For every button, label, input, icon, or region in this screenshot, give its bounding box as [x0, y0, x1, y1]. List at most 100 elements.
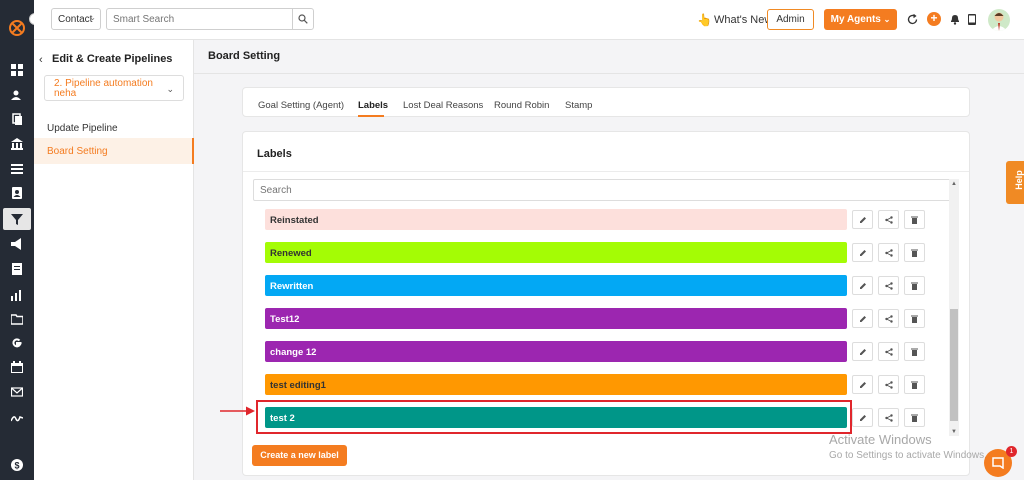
create-label-button[interactable]: Create a new label	[252, 445, 347, 466]
scroll-down-icon[interactable]: ▼	[951, 429, 957, 435]
delete-label-button[interactable]	[904, 243, 925, 262]
calendar-icon[interactable]	[9, 359, 25, 375]
refresh-icon[interactable]	[905, 12, 919, 26]
pencil-icon	[859, 216, 867, 224]
share-label-button[interactable]	[878, 243, 899, 262]
user-avatar[interactable]	[988, 9, 1010, 31]
tab-lost-deal-reasons[interactable]: Lost Deal Reasons	[403, 100, 483, 111]
tab-labels[interactable]: Labels	[358, 100, 388, 111]
edit-label-button[interactable]	[852, 375, 873, 394]
edit-label-button[interactable]	[852, 309, 873, 328]
share-label-button[interactable]	[878, 276, 899, 295]
delete-label-button[interactable]	[904, 276, 925, 295]
google-icon[interactable]	[9, 335, 25, 351]
edit-label-button[interactable]	[852, 342, 873, 361]
add-icon[interactable]: +	[927, 12, 941, 26]
settings-tabs: Goal Setting (Agent) Labels Lost Deal Re…	[242, 87, 970, 117]
label-name: Test12	[270, 314, 300, 325]
smart-search-input[interactable]	[106, 8, 293, 30]
chevron-down-icon: ⌄	[883, 15, 891, 24]
my-agents-label: My Agents	[830, 14, 881, 25]
scrollbar-thumb[interactable]	[950, 309, 958, 421]
contacts-icon[interactable]	[9, 87, 25, 103]
share-label-button[interactable]	[878, 342, 899, 361]
page-title: Board Setting	[208, 50, 281, 62]
contact-card-icon[interactable]	[9, 185, 25, 201]
share-label-button[interactable]	[878, 408, 899, 427]
admin-button[interactable]: Admin	[767, 9, 814, 30]
pipeline-select-value: 2. Pipeline automation neha	[54, 78, 153, 99]
pencil-icon	[859, 315, 867, 323]
sidebar-item-board-setting[interactable]: Board Setting	[34, 138, 194, 164]
pencil-icon	[859, 249, 867, 257]
folder-icon[interactable]	[9, 311, 25, 327]
signature-icon[interactable]	[9, 410, 25, 426]
documents-icon[interactable]	[9, 111, 25, 127]
label-row[interactable]: Rewritten	[265, 275, 847, 296]
list-icon[interactable]	[9, 161, 25, 177]
context-select[interactable]: Contact ⌄	[51, 8, 101, 30]
context-select-value: Contact	[58, 14, 93, 25]
edit-label-button[interactable]	[852, 210, 873, 229]
delete-label-button[interactable]	[904, 375, 925, 394]
label-row[interactable]: change 12	[265, 341, 847, 362]
my-agents-button[interactable]: My Agents ⌄	[824, 9, 897, 30]
svg-text:$: $	[14, 461, 19, 471]
share-label-button[interactable]	[878, 375, 899, 394]
tab-round-robin[interactable]: Round Robin	[494, 100, 549, 111]
help-tab[interactable]: Help	[1006, 161, 1024, 204]
delete-label-button[interactable]	[904, 342, 925, 361]
label-row[interactable]: test editing1	[265, 374, 847, 395]
trash-icon	[911, 348, 918, 356]
arrow-annotation-icon	[220, 406, 255, 416]
pencil-icon	[859, 348, 867, 356]
top-bar: Contact ⌄ 👆 What's New Admin My Agents ⌄…	[34, 0, 1024, 40]
delete-label-button[interactable]	[904, 309, 925, 328]
pipeline-select[interactable]: 2. Pipeline automation neha ⌄	[44, 75, 184, 101]
tab-stamp[interactable]: Stamp	[565, 100, 592, 111]
sidebar-item-label: Board Setting	[47, 146, 108, 157]
edit-label-button[interactable]	[852, 276, 873, 295]
dashboard-icon[interactable]	[9, 62, 25, 78]
delete-label-button[interactable]	[904, 408, 925, 427]
phone-icon[interactable]	[965, 12, 979, 26]
tab-goal-setting[interactable]: Goal Setting (Agent)	[258, 100, 344, 111]
scroll-up-icon[interactable]: ▲	[951, 181, 957, 187]
dollar-icon[interactable]: $	[9, 457, 25, 473]
chat-unread-badge: 1	[1006, 446, 1017, 457]
bell-icon[interactable]	[948, 12, 962, 26]
app-logo[interactable]	[8, 19, 26, 37]
share-label-button[interactable]	[878, 210, 899, 229]
mail-icon[interactable]	[9, 384, 25, 400]
share-icon	[884, 281, 893, 290]
bank-icon[interactable]	[9, 136, 25, 152]
label-row[interactable]: Reinstated	[265, 209, 847, 230]
pointing-hand-icon: 👆	[697, 13, 712, 27]
label-row[interactable]: Renewed	[265, 242, 847, 263]
edit-label-button[interactable]	[852, 243, 873, 262]
admin-label: Admin	[776, 14, 805, 25]
trash-icon	[911, 282, 918, 290]
label-row[interactable]: Test12	[265, 308, 847, 329]
pencil-icon	[859, 282, 867, 290]
trash-icon	[911, 249, 918, 257]
back-arrow-icon[interactable]: ‹	[39, 54, 43, 66]
share-icon	[884, 248, 893, 257]
label-name: Reinstated	[270, 215, 319, 226]
reports-icon[interactable]	[9, 287, 25, 303]
megaphone-icon[interactable]	[9, 236, 25, 252]
share-label-button[interactable]	[878, 309, 899, 328]
pipeline-funnel-icon[interactable]	[3, 208, 31, 230]
edit-label-button[interactable]	[852, 408, 873, 427]
pipeline-sidebar: ‹ Edit & Create Pipelines 2. Pipeline au…	[34, 40, 194, 480]
labels-search-input[interactable]	[253, 179, 955, 201]
chevron-down-icon: ⌄	[89, 13, 96, 22]
notes-icon[interactable]	[9, 261, 25, 277]
chat-icon	[992, 457, 1004, 469]
divider	[243, 171, 969, 172]
delete-label-button[interactable]	[904, 210, 925, 229]
share-icon	[884, 314, 893, 323]
labels-scrollbar[interactable]: ▲ ▼	[949, 179, 959, 436]
search-button[interactable]	[292, 8, 314, 30]
whats-new-link[interactable]: 👆 What's New	[697, 13, 772, 27]
